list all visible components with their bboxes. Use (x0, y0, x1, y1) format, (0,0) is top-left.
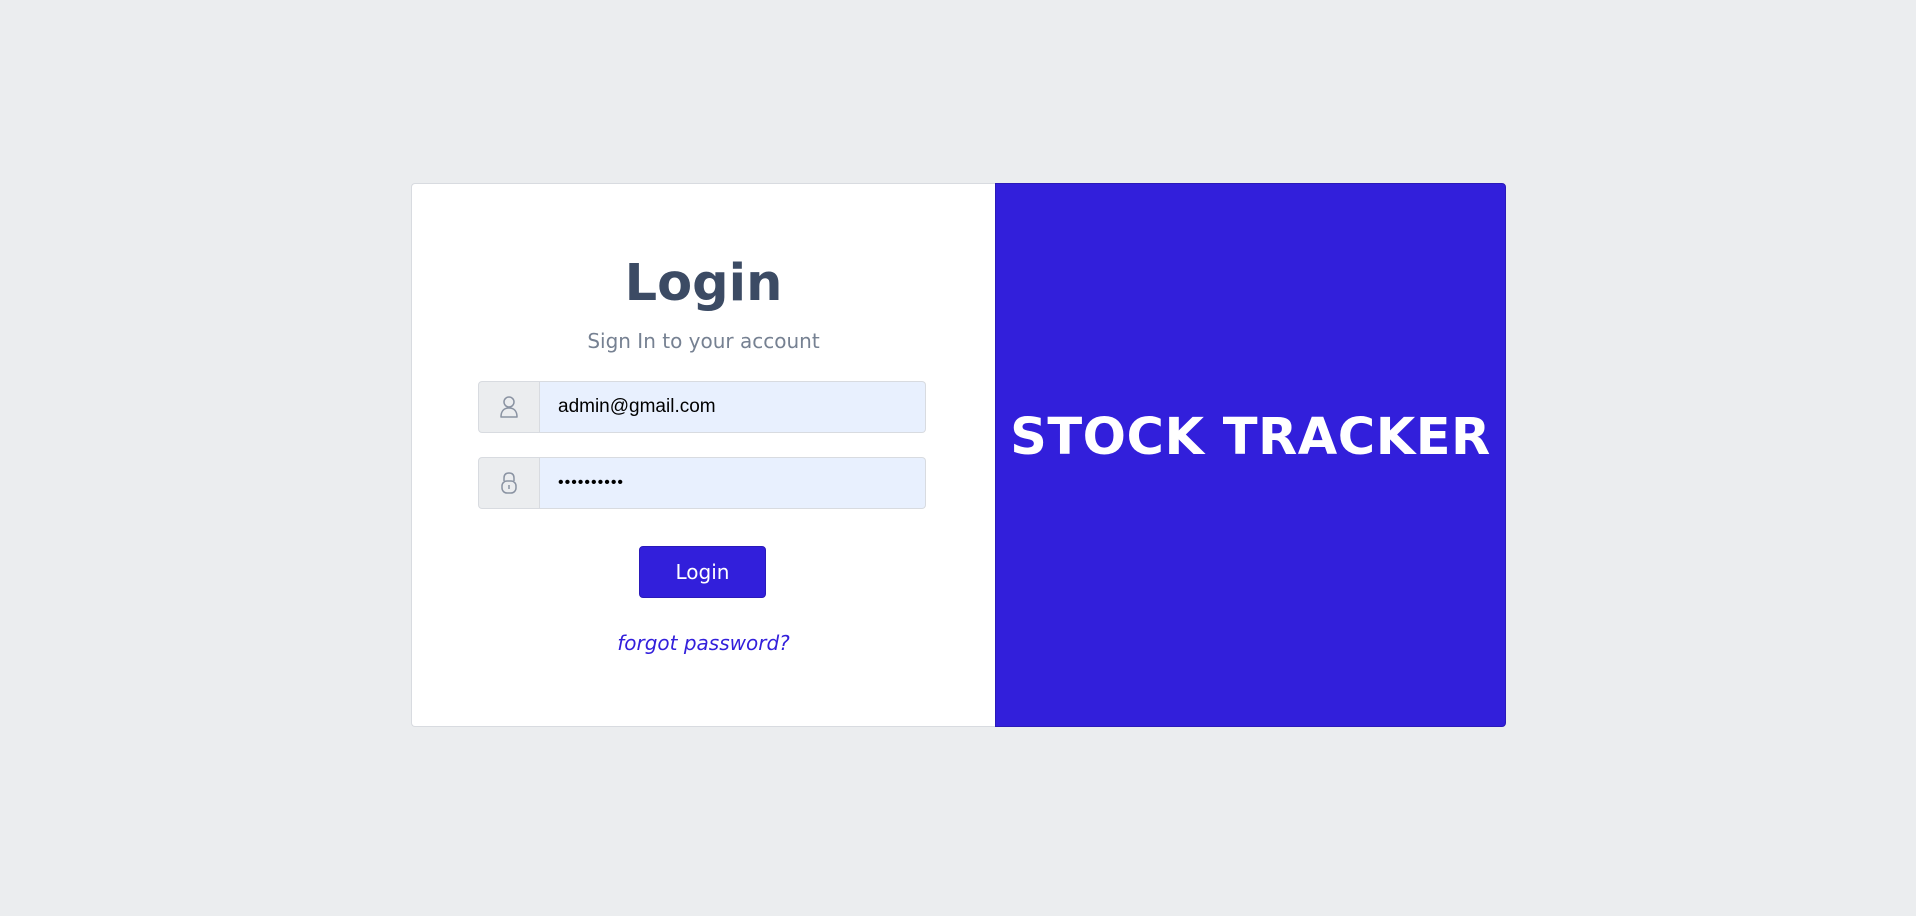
lock-icon (478, 457, 540, 509)
password-field[interactable] (540, 457, 926, 509)
email-input-group (478, 381, 926, 433)
password-input-group (478, 457, 926, 509)
brand-title: STOCK TRACKER (1010, 407, 1491, 467)
login-subtitle: Sign In to your account (587, 329, 820, 353)
login-title: Login (624, 254, 783, 313)
login-card: Login Sign In to your account Login (411, 183, 995, 727)
brand-panel: STOCK TRACKER (995, 183, 1506, 727)
email-field[interactable] (540, 381, 926, 433)
login-button[interactable]: Login (639, 546, 766, 598)
login-card-group: Login Sign In to your account Login (411, 183, 1506, 727)
user-icon (478, 381, 540, 433)
forgot-password-link[interactable]: forgot password? (412, 631, 995, 655)
